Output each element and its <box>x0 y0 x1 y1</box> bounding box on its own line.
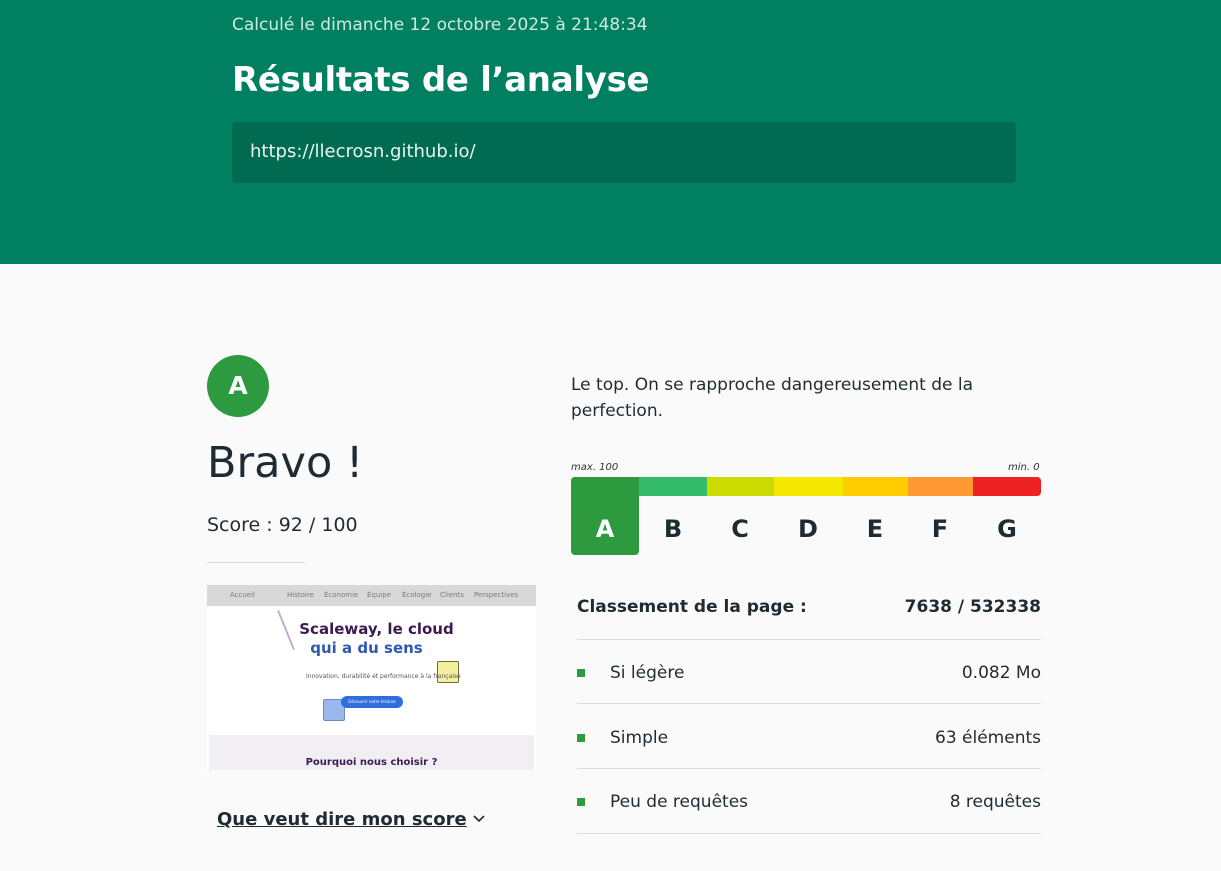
metric-value: 0.082 Mo <box>961 663 1041 683</box>
metric-value: 8 requêtes <box>949 792 1041 812</box>
page-title: Résultats de l’analyse <box>232 60 650 100</box>
bullet-icon <box>577 669 585 677</box>
thumbnail-section-title: Pourquoi nous choisir ? <box>305 757 438 768</box>
grade-scale: A B C D E F G <box>571 477 1041 555</box>
divider <box>577 639 1041 640</box>
metric-label: Peu de requêtes <box>610 792 749 812</box>
metric-row-weight: Si légère 0.082 Mo <box>577 663 1041 687</box>
bullet-icon <box>577 798 585 806</box>
grade-label-d: D <box>798 515 818 543</box>
ranking-value: 7638 / 532338 <box>904 597 1041 617</box>
page-screenshot-thumbnail: Accueil Histoire Économie Équipe Écologi… <box>207 585 536 770</box>
page-ranking: Classement de la page : 7638 / 532338 <box>577 597 1041 621</box>
analyzed-url-box: https://llecrosn.github.io/ <box>232 122 1016 183</box>
calculation-date: Calculé le dimanche 12 octobre 2025 à 21… <box>232 15 648 35</box>
divider <box>577 833 1041 834</box>
score-explanation-label: Que veut dire mon score <box>217 809 467 830</box>
metric-row-complexity: Simple 63 éléments <box>577 728 1041 752</box>
chevron-down-icon <box>473 812 485 827</box>
grade-segment-b <box>639 477 707 496</box>
divider <box>577 703 1041 704</box>
grade-segment-g <box>973 477 1041 496</box>
score-explanation-toggle[interactable]: Que veut dire mon score <box>217 809 485 830</box>
grade-badge: A <box>207 355 269 417</box>
grade-label-f: F <box>931 515 949 543</box>
active-grade-marker: A <box>571 477 639 555</box>
grade-segment-c <box>707 477 774 496</box>
metric-value: 63 éléments <box>935 728 1041 748</box>
analyzed-url[interactable]: https://llecrosn.github.io/ <box>250 141 476 162</box>
thumbnail-subtitle: Innovation, durabilité et performance à … <box>306 673 461 680</box>
thumbnail-nav-item: Écologie <box>402 591 432 599</box>
thumbnail-nav-item: Équipe <box>367 591 391 599</box>
scale-max-label: max. 100 <box>571 462 619 473</box>
metric-label: Simple <box>610 728 669 748</box>
grade-segment-d <box>774 477 843 496</box>
thumbnail-cta-button: Découvrir notre histoire <box>341 696 403 708</box>
score-divider <box>207 562 305 563</box>
divider <box>577 768 1041 769</box>
thumbnail-nav-item: Clients <box>440 591 464 599</box>
thumbnail-heading: Scaleway, le cloud <box>299 620 454 638</box>
thumbnail-nav-item: Histoire <box>287 591 314 599</box>
thumbnail-nav-item: Économie <box>324 591 359 599</box>
result-headline: Bravo ! <box>207 438 364 488</box>
active-grade-label: A <box>595 515 615 543</box>
metric-label: Si légère <box>610 663 685 683</box>
bullet-icon <box>577 734 585 742</box>
results-header: Calculé le dimanche 12 octobre 2025 à 21… <box>0 0 1221 264</box>
thumbnail-nav-item: Accueil <box>230 591 255 599</box>
metric-row-requests: Peu de requêtes 8 requêtes <box>577 792 1041 816</box>
grade-segment-f <box>908 477 973 496</box>
score-description: Le top. On se rapproche dangereusement d… <box>571 375 974 421</box>
thumbnail-nav: Accueil Histoire Économie Équipe Écologi… <box>207 585 536 606</box>
thumbnail-heading-accent: qui a du sens <box>310 639 423 657</box>
grade-segment-e <box>843 477 908 496</box>
score-text: Score : 92 / 100 <box>207 514 358 536</box>
grade-label-g: G <box>997 515 1017 543</box>
grade-label-e: E <box>866 515 884 543</box>
grade-label-c: C <box>731 515 749 543</box>
ranking-label: Classement de la page : <box>577 597 807 617</box>
grade-label-b: B <box>663 515 683 543</box>
scale-min-label: min. 0 <box>1008 462 1040 473</box>
thumbnail-nav-item: Perspectives <box>474 591 519 599</box>
